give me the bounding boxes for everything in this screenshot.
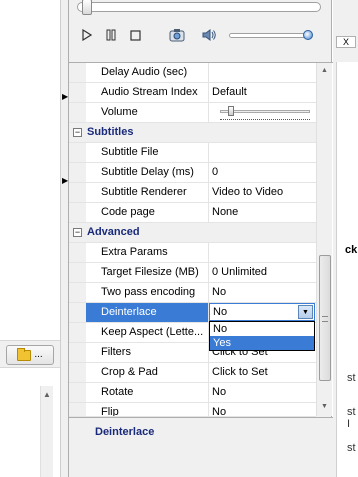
play-icon[interactable] [79,27,95,43]
property-value[interactable] [212,243,312,262]
property-name: Filters [101,346,131,358]
dropdown-option-no[interactable]: No [210,322,314,336]
scroll-down-icon[interactable]: ▼ [321,403,328,410]
category-title: Subtitles [87,126,134,138]
scroll-up-icon[interactable]: ▲ [321,67,328,74]
property-name: Audio Stream Index [101,86,198,98]
property-value[interactable]: No [212,383,312,402]
left-toolbar: ... [0,340,60,368]
collapse-icon[interactable]: − [73,228,82,237]
right-text: st I [347,406,356,430]
property-row[interactable]: Target Filesize (MB) 0 Unlimited [69,263,316,283]
property-value[interactable] [212,63,312,82]
property-name: Subtitle File [101,146,159,158]
property-row[interactable]: Rotate No [69,383,316,403]
volume-speaker-icon[interactable] [201,27,217,43]
dropdown-option-yes[interactable]: Yes [210,336,314,350]
snapshot-camera-icon[interactable] [169,27,185,43]
settings-panel: Delay Audio (sec) Audio Stream Index Def… [68,0,333,477]
left-scrollbar[interactable]: ▲ [40,386,53,477]
player-controls [77,24,323,46]
seek-bar[interactable] [77,0,321,15]
property-grid: Delay Audio (sec) Audio Stream Index Def… [69,62,333,417]
property-value[interactable]: Click to Set [212,363,312,382]
volume-slider[interactable] [229,33,309,38]
splitter[interactable]: ▶ ▶ [60,0,68,477]
right-label: ck [345,244,358,256]
property-name: Subtitle Renderer [101,186,187,198]
property-name: Two pass encoding [101,286,196,298]
category-subtitles[interactable]: − Subtitles [69,123,316,143]
property-row[interactable]: Subtitle Renderer Video to Video [69,183,316,203]
left-pane: ... ▲ [0,0,60,477]
seek-thumb[interactable] [82,0,92,15]
property-name: Flip [101,406,119,416]
property-value[interactable]: Default [212,83,312,102]
property-value[interactable]: 0 Unlimited [212,263,312,282]
scroll-up-icon[interactable]: ▲ [43,390,51,399]
property-name: Subtitle Delay (ms) [101,166,194,178]
property-name: Deinterlace [101,306,157,318]
property-value[interactable]: Video to Video [212,183,312,202]
description-title: Deinterlace [95,426,155,438]
category-title: Advanced [87,226,140,238]
property-row[interactable]: Flip No [69,403,316,417]
grid-scrollbar[interactable]: ▲ ▼ [316,63,332,416]
property-name: Volume [101,106,138,118]
volume-value-knob[interactable] [228,106,234,116]
pause-icon[interactable] [103,27,119,43]
property-name: Code page [101,206,155,218]
volume-value-slider[interactable] [212,103,312,122]
close-icon[interactable]: X [336,36,356,48]
property-name: Target Filesize (MB) [101,266,199,278]
property-name: Keep Aspect (Lette... [101,326,204,338]
property-value[interactable] [212,143,312,162]
property-row[interactable]: Crop & Pad Click to Set [69,363,316,383]
property-row[interactable]: Audio Stream Index Default [69,83,316,103]
property-name: Rotate [101,386,134,398]
property-row[interactable]: Code page None [69,203,316,223]
property-value[interactable]: No [212,283,312,302]
deinterlace-combobox[interactable]: No ▼ [209,303,315,321]
combobox-value: No [213,306,228,318]
property-value[interactable]: None [212,203,312,222]
folder-icon [17,347,32,361]
browse-ellipsis: ... [34,349,43,360]
property-row[interactable]: Two pass encoding No [69,283,316,303]
description-pane: Deinterlace [69,417,333,477]
property-row[interactable]: Subtitle Delay (ms) 0 [69,163,316,183]
chevron-down-icon[interactable]: ▼ [298,305,313,319]
volume-slider-knob[interactable] [303,30,313,40]
property-row[interactable]: Extra Params [69,243,316,263]
browse-folder-button[interactable]: ... [6,345,54,365]
right-text: st [347,372,356,384]
property-value[interactable]: No [212,403,312,416]
right-pane: X ck st st I st [333,0,358,477]
property-row[interactable]: Subtitle File [69,143,316,163]
right-text: st [347,442,356,454]
property-value[interactable]: 0 [212,163,312,182]
scrollbar-thumb[interactable] [319,255,331,381]
property-row[interactable]: Volume [69,103,316,123]
property-name: Delay Audio (sec) [101,66,188,78]
stop-icon[interactable] [127,27,143,43]
property-row[interactable]: Delay Audio (sec) [69,63,316,83]
property-name: Extra Params [101,246,168,258]
category-advanced[interactable]: − Advanced [69,223,316,243]
deinterlace-dropdown-list: No Yes [209,321,315,351]
property-name: Crop & Pad [101,366,158,378]
collapse-icon[interactable]: − [73,128,82,137]
